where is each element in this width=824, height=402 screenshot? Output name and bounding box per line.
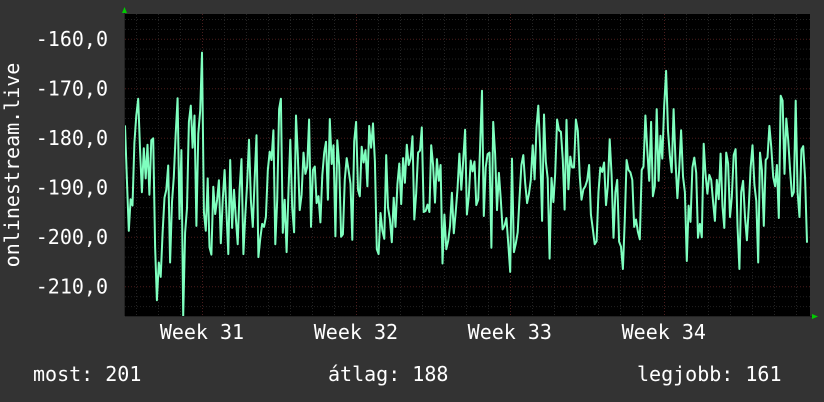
stat-current: most: 201 (33, 362, 142, 386)
y-tick-labels: -160,0 -170,0 -180,0 -190,0 -200,0 -210,0 (36, 27, 108, 299)
y-tick-label: -160,0 (36, 27, 108, 51)
x-tick-label: Week 31 (160, 320, 244, 344)
stat-best: legjobb: 161 (637, 362, 782, 386)
x-tick-label: Week 33 (468, 320, 552, 344)
stat-average: átlag: 188 (328, 362, 449, 386)
x-tick-labels: Week 31 Week 32 Week 33 Week 34 (160, 320, 706, 344)
y-axis-label: onlinestream.live (0, 63, 24, 268)
rrd-graph: -160,0 -170,0 -180,0 -190,0 -200,0 -210,0 Wee… (0, 0, 824, 402)
y-tick-label: -180,0 (36, 126, 108, 150)
y-axis-arrow (122, 7, 127, 13)
x-tick-label: Week 32 (314, 320, 398, 344)
line-chart: -160,0 -170,0 -180,0 -190,0 -200,0 -210,0 Wee… (0, 7, 818, 344)
y-tick-label: -200,0 (36, 225, 108, 249)
y-tick-label: -190,0 (36, 175, 108, 199)
x-axis-arrow (812, 314, 818, 319)
y-tick-label: -210,0 (36, 274, 108, 298)
y-tick-label: -170,0 (36, 76, 108, 100)
x-tick-label: Week 34 (622, 320, 706, 344)
